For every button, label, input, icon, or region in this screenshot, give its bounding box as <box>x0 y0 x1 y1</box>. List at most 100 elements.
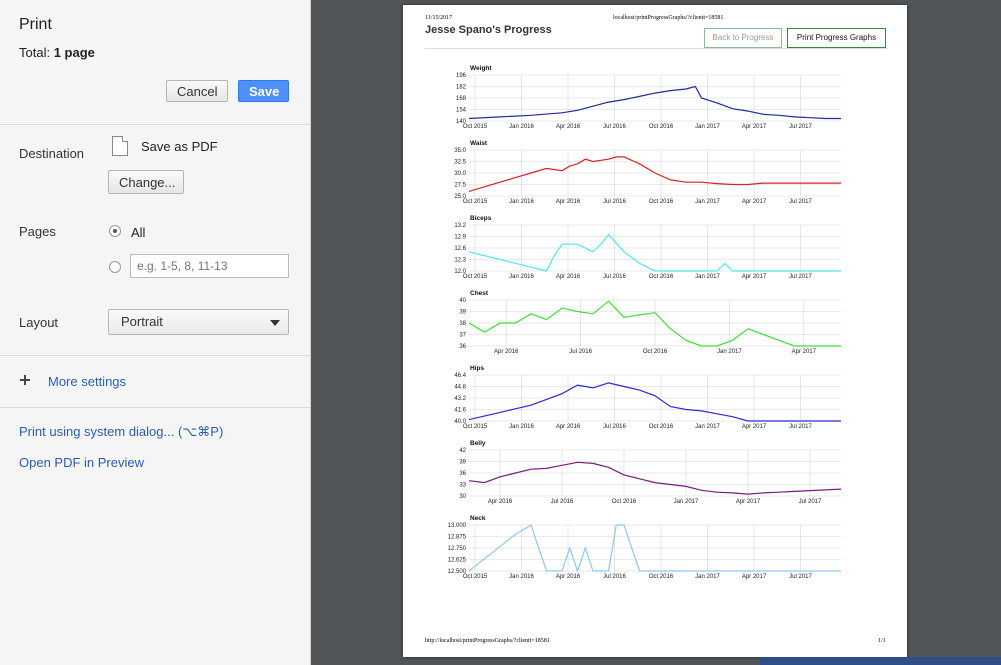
x-tick-label: Jan 2017 <box>674 499 699 505</box>
x-tick-label: Apr 2017 <box>742 424 767 430</box>
x-tick-label: Jan 2017 <box>695 199 720 205</box>
plus-icon <box>19 374 31 386</box>
y-tick-label: 39 <box>459 460 466 466</box>
x-tick-label: Jul 2016 <box>603 274 626 280</box>
preview-page: 11/15/2017 localhost/printProgressGraphs… <box>403 5 907 657</box>
y-tick-label: 12.3 <box>454 258 466 264</box>
x-tick-label: Apr 2016 <box>494 349 519 355</box>
chart-chest: Chest 40 39 38 37 36 Apr 2016 Jul 2016 Oct 2016 J… <box>459 290 841 355</box>
chart-title: Waist <box>470 140 488 147</box>
x-tick-label: Jul 2016 <box>603 124 626 130</box>
x-tick-label: Jul 2016 <box>551 499 574 505</box>
pages-all-label: All <box>131 225 146 240</box>
y-tick-label: 38 <box>459 321 466 327</box>
y-tick-label: 27.5 <box>454 183 466 189</box>
y-tick-label: 40 <box>459 298 466 304</box>
x-tick-label: Jul 2017 <box>789 424 812 430</box>
chart-belly: Belly 42 39 36 33 30 Apr 2016 Jul 2016 Oct 2016 J… <box>459 440 842 505</box>
y-tick-label: 12.6 <box>454 246 466 252</box>
header-date: 11/15/2017 <box>425 15 453 21</box>
layout-select[interactable]: Portrait <box>108 309 289 335</box>
chart-title: Biceps <box>470 215 492 222</box>
chart-waist: Waist35.032.530.027.525.0Oct 2015 Jan 201… <box>454 140 841 205</box>
background-window-strip <box>760 657 1001 665</box>
save-button[interactable]: Save <box>238 80 289 102</box>
cancel-button[interactable]: Cancel <box>166 80 228 102</box>
x-tick-label: Apr 2017 <box>742 124 767 130</box>
x-tick-label: Apr 2017 <box>736 499 761 505</box>
x-tick-label: Jan 2016 <box>509 124 534 130</box>
x-tick-label: Apr 2017 <box>742 199 767 205</box>
series-line <box>468 85 841 120</box>
x-tick-label: Jul 2016 <box>569 349 592 355</box>
layout-select-value: Portrait <box>121 314 163 329</box>
x-tick-label: Oct 2016 <box>649 199 674 205</box>
x-tick-label: Oct 2016 <box>649 574 674 580</box>
chart-title: Belly <box>470 440 486 447</box>
x-tick-label: Apr 2016 <box>556 574 581 580</box>
more-settings-link[interactable]: More settings <box>48 374 126 389</box>
y-tick-label: 37 <box>459 333 466 339</box>
x-tick-label: Apr 2016 <box>556 424 581 430</box>
x-tick-label: Apr 2016 <box>488 499 513 505</box>
y-tick-label: 36 <box>459 471 466 477</box>
pages-custom-input[interactable] <box>130 254 289 278</box>
y-tick-label: 12.9 <box>454 235 466 241</box>
y-tick-label: 30 <box>459 494 466 500</box>
chart-title: Weight <box>470 65 492 72</box>
system-dialog-link[interactable]: Print using system dialog... (⌥⌘P) <box>19 424 223 440</box>
y-tick-label: 32.5 <box>454 160 466 166</box>
y-tick-label: 41.6 <box>454 408 466 414</box>
x-tick-label: Jan 2017 <box>695 274 720 280</box>
divider <box>0 355 310 356</box>
x-tick-label: Jul 2017 <box>789 199 812 205</box>
y-tick-label: 35.0 <box>454 148 466 154</box>
layout-label: Layout <box>19 315 59 330</box>
series-line <box>468 233 841 272</box>
y-tick-label: 13.2 <box>454 223 466 229</box>
pages-all-radio[interactable] <box>109 225 121 237</box>
y-tick-label: 13.000 <box>448 523 467 529</box>
x-tick-label: Oct 2016 <box>612 499 637 505</box>
total-value: 1 page <box>53 45 95 60</box>
chart-hips: Hips46.444.843.241.640.0Oct 2015 Jan 2016… <box>454 365 841 430</box>
back-to-progress-button[interactable]: Back to Progress <box>704 28 782 48</box>
y-tick-label: 44.8 <box>454 385 466 391</box>
open-pdf-preview-link[interactable]: Open PDF in Preview <box>19 455 144 470</box>
print-preview-area: 11/15/2017 localhost/printProgressGraphs… <box>311 0 1001 665</box>
y-tick-label: 39 <box>459 310 466 316</box>
x-tick-label: Jul 2016 <box>603 574 626 580</box>
x-tick-label: Jul 2017 <box>789 124 812 130</box>
x-tick-label: Jan 2017 <box>695 574 720 580</box>
y-tick-label: 42 <box>459 448 466 454</box>
document-icon <box>112 136 128 156</box>
series-line <box>468 156 841 192</box>
chart-neck: Neck13.00012.87512.75012.62512.500Oct 20… <box>448 515 841 580</box>
x-tick-label: Oct 2015 <box>463 574 488 580</box>
x-tick-label: Oct 2015 <box>463 124 488 130</box>
x-tick-label: Oct 2015 <box>463 424 488 430</box>
x-tick-label: Jul 2016 <box>603 424 626 430</box>
footer-page-number: 1/1 <box>878 638 886 644</box>
x-tick-label: Jan 2017 <box>695 424 720 430</box>
x-tick-label: Jan 2017 <box>695 124 720 130</box>
x-tick-label: Oct 2015 <box>463 199 488 205</box>
total-pages: Total: 1 page <box>19 45 95 60</box>
print-settings-panel: Print Total: 1 page Cancel Save Destinat… <box>0 0 311 665</box>
y-tick-label: 196 <box>456 73 467 79</box>
header-url: localhost/printProgressGraphs/?clientt=1… <box>613 15 724 21</box>
total-label: Total: <box>19 45 51 60</box>
x-tick-label: Oct 2016 <box>649 424 674 430</box>
x-tick-label: Jul 2017 <box>789 574 812 580</box>
progress-charts: Weight196182168154140Oct 2015 Jan 2016 Apr… <box>448 65 842 580</box>
change-destination-button[interactable]: Change... <box>108 170 184 194</box>
y-tick-label: 46.4 <box>454 373 466 379</box>
y-tick-label: 182 <box>456 85 467 91</box>
print-progress-graphs-button[interactable]: Print Progress Graphs <box>787 28 886 48</box>
x-tick-label: Apr 2017 <box>742 574 767 580</box>
pages-custom-radio[interactable] <box>109 261 121 273</box>
x-tick-label: Jul 2017 <box>789 274 812 280</box>
chart-biceps: Biceps13.212.912.612.312.0Oct 2015 Jan 20… <box>454 215 841 280</box>
y-tick-label: 33 <box>459 483 466 489</box>
divider <box>0 407 310 408</box>
